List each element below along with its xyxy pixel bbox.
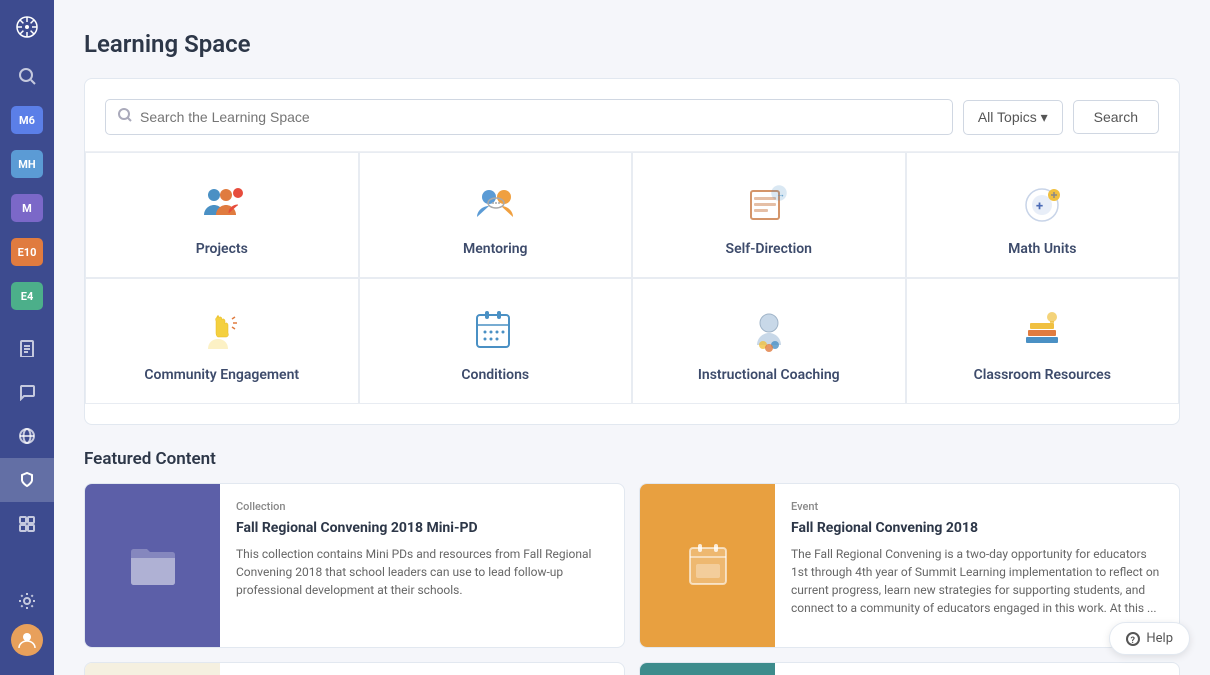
mentoring-label: Mentoring xyxy=(463,241,528,257)
community-engagement-label: Community Engagement xyxy=(144,367,299,383)
sidebar-item-globe[interactable] xyxy=(0,414,54,458)
search-and-categories: All Topics ▾ Search xyxy=(84,78,1180,425)
user-avatar[interactable] xyxy=(0,623,54,667)
instructional-coaching-icon xyxy=(743,307,795,355)
card-event[interactable]: Event Fall Regional Convening 2018 The F… xyxy=(639,483,1180,648)
badge-e4[interactable]: E4 xyxy=(11,282,43,310)
featured-section: Featured Content Collection Fall Regiona… xyxy=(84,449,1180,675)
sidebar-logo[interactable] xyxy=(0,0,54,54)
category-conditions[interactable]: Conditions xyxy=(359,278,633,404)
featured-title: Featured Content xyxy=(84,449,1180,469)
instructional-coaching-label: Instructional Coaching xyxy=(698,367,840,383)
category-classroom-resources[interactable]: Classroom Resources xyxy=(906,278,1180,404)
classroom-resources-label: Classroom Resources xyxy=(974,367,1111,383)
category-instructional-coaching[interactable]: Instructional Coaching xyxy=(632,278,906,404)
collection-title: Fall Regional Convening 2018 Mini-PD xyxy=(236,519,608,537)
session-thumb xyxy=(640,663,775,675)
search-row: All Topics ▾ Search xyxy=(105,99,1159,135)
self-direction-label: Self-Direction xyxy=(726,241,812,257)
sidebar-badge-e4[interactable]: E4 xyxy=(0,274,54,318)
category-self-direction[interactable]: → Self-Direction xyxy=(632,152,906,278)
search-button[interactable]: Search xyxy=(1073,100,1159,134)
badge-mh[interactable]: MH xyxy=(11,150,43,178)
main-content: Learning Space All Topics ▾ Search xyxy=(54,0,1210,675)
resource-thumb xyxy=(85,663,220,675)
math-units-icon: + xyxy=(1016,181,1068,229)
sidebar-item-chat[interactable] xyxy=(0,370,54,414)
category-math-units[interactable]: + Math Units xyxy=(906,152,1180,278)
category-projects[interactable]: Projects xyxy=(85,152,359,278)
conditions-icon xyxy=(469,307,521,355)
content-cards: Collection Fall Regional Convening 2018 … xyxy=(84,483,1180,675)
mentoring-icon xyxy=(469,181,521,229)
categories-grid: Projects Mentoring xyxy=(85,152,1179,404)
help-label: Help xyxy=(1146,631,1173,646)
sidebar-badge-mh[interactable]: MH xyxy=(0,142,54,186)
search-icon xyxy=(118,108,132,126)
sidebar-badge-e10[interactable]: E10 xyxy=(0,230,54,274)
sidebar-badge-m6[interactable]: M6 xyxy=(0,98,54,142)
category-mentoring[interactable]: Mentoring xyxy=(359,152,633,278)
event-thumb xyxy=(640,484,775,647)
sidebar-item-gear[interactable] xyxy=(0,579,54,623)
projects-label: Projects xyxy=(196,241,248,257)
event-title: Fall Regional Convening 2018 xyxy=(791,519,1163,537)
page-title: Learning Space xyxy=(84,30,1180,58)
svg-text:?: ? xyxy=(1131,636,1136,646)
sidebar-item-grid[interactable] xyxy=(0,502,54,546)
badge-e10[interactable]: E10 xyxy=(11,238,43,266)
search-input[interactable] xyxy=(140,109,940,125)
collection-type: Collection xyxy=(236,500,608,513)
avatar-icon[interactable] xyxy=(11,624,43,656)
badge-m[interactable]: M xyxy=(11,194,43,222)
svg-text:+: + xyxy=(1036,199,1043,214)
sidebar: M6 MH M E10 E4 xyxy=(0,0,54,675)
conditions-label: Conditions xyxy=(461,367,529,383)
classroom-resources-icon xyxy=(1016,307,1068,355)
resource-body: Resource Agenda - Fall Regional Convenin… xyxy=(220,663,624,675)
card-collection[interactable]: Collection Fall Regional Convening 2018 … xyxy=(84,483,625,648)
help-button[interactable]: ? Help xyxy=(1109,622,1190,655)
card-resource[interactable]: Resource Agenda - Fall Regional Convenin… xyxy=(84,662,625,675)
card-session[interactable]: Session How To Use Your Student Snapshot… xyxy=(639,662,1180,675)
sidebar-item-doc[interactable] xyxy=(0,326,54,370)
projects-icon xyxy=(196,181,248,229)
sidebar-badge-m[interactable]: M xyxy=(0,186,54,230)
session-body: Session How To Use Your Student Snapshot… xyxy=(775,663,1179,675)
self-direction-icon: → xyxy=(743,181,795,229)
math-units-label: Math Units xyxy=(1008,241,1076,257)
topics-dropdown[interactable]: All Topics ▾ xyxy=(963,100,1063,135)
sidebar-bottom xyxy=(0,579,54,675)
badge-m6[interactable]: M6 xyxy=(11,106,43,134)
category-community-engagement[interactable]: Community Engagement xyxy=(85,278,359,404)
event-desc: The Fall Regional Convening is a two-day… xyxy=(791,545,1163,617)
search-input-wrap[interactable] xyxy=(105,99,953,135)
collection-body: Collection Fall Regional Convening 2018 … xyxy=(220,484,624,647)
sidebar-item-learning[interactable] xyxy=(0,458,54,502)
collection-thumb xyxy=(85,484,220,647)
sidebar-item-search[interactable] xyxy=(0,54,54,98)
svg-text:→: → xyxy=(776,190,785,200)
collection-desc: This collection contains Mini PDs and re… xyxy=(236,545,608,599)
community-engagement-icon xyxy=(196,307,248,355)
event-type: Event xyxy=(791,500,1163,513)
